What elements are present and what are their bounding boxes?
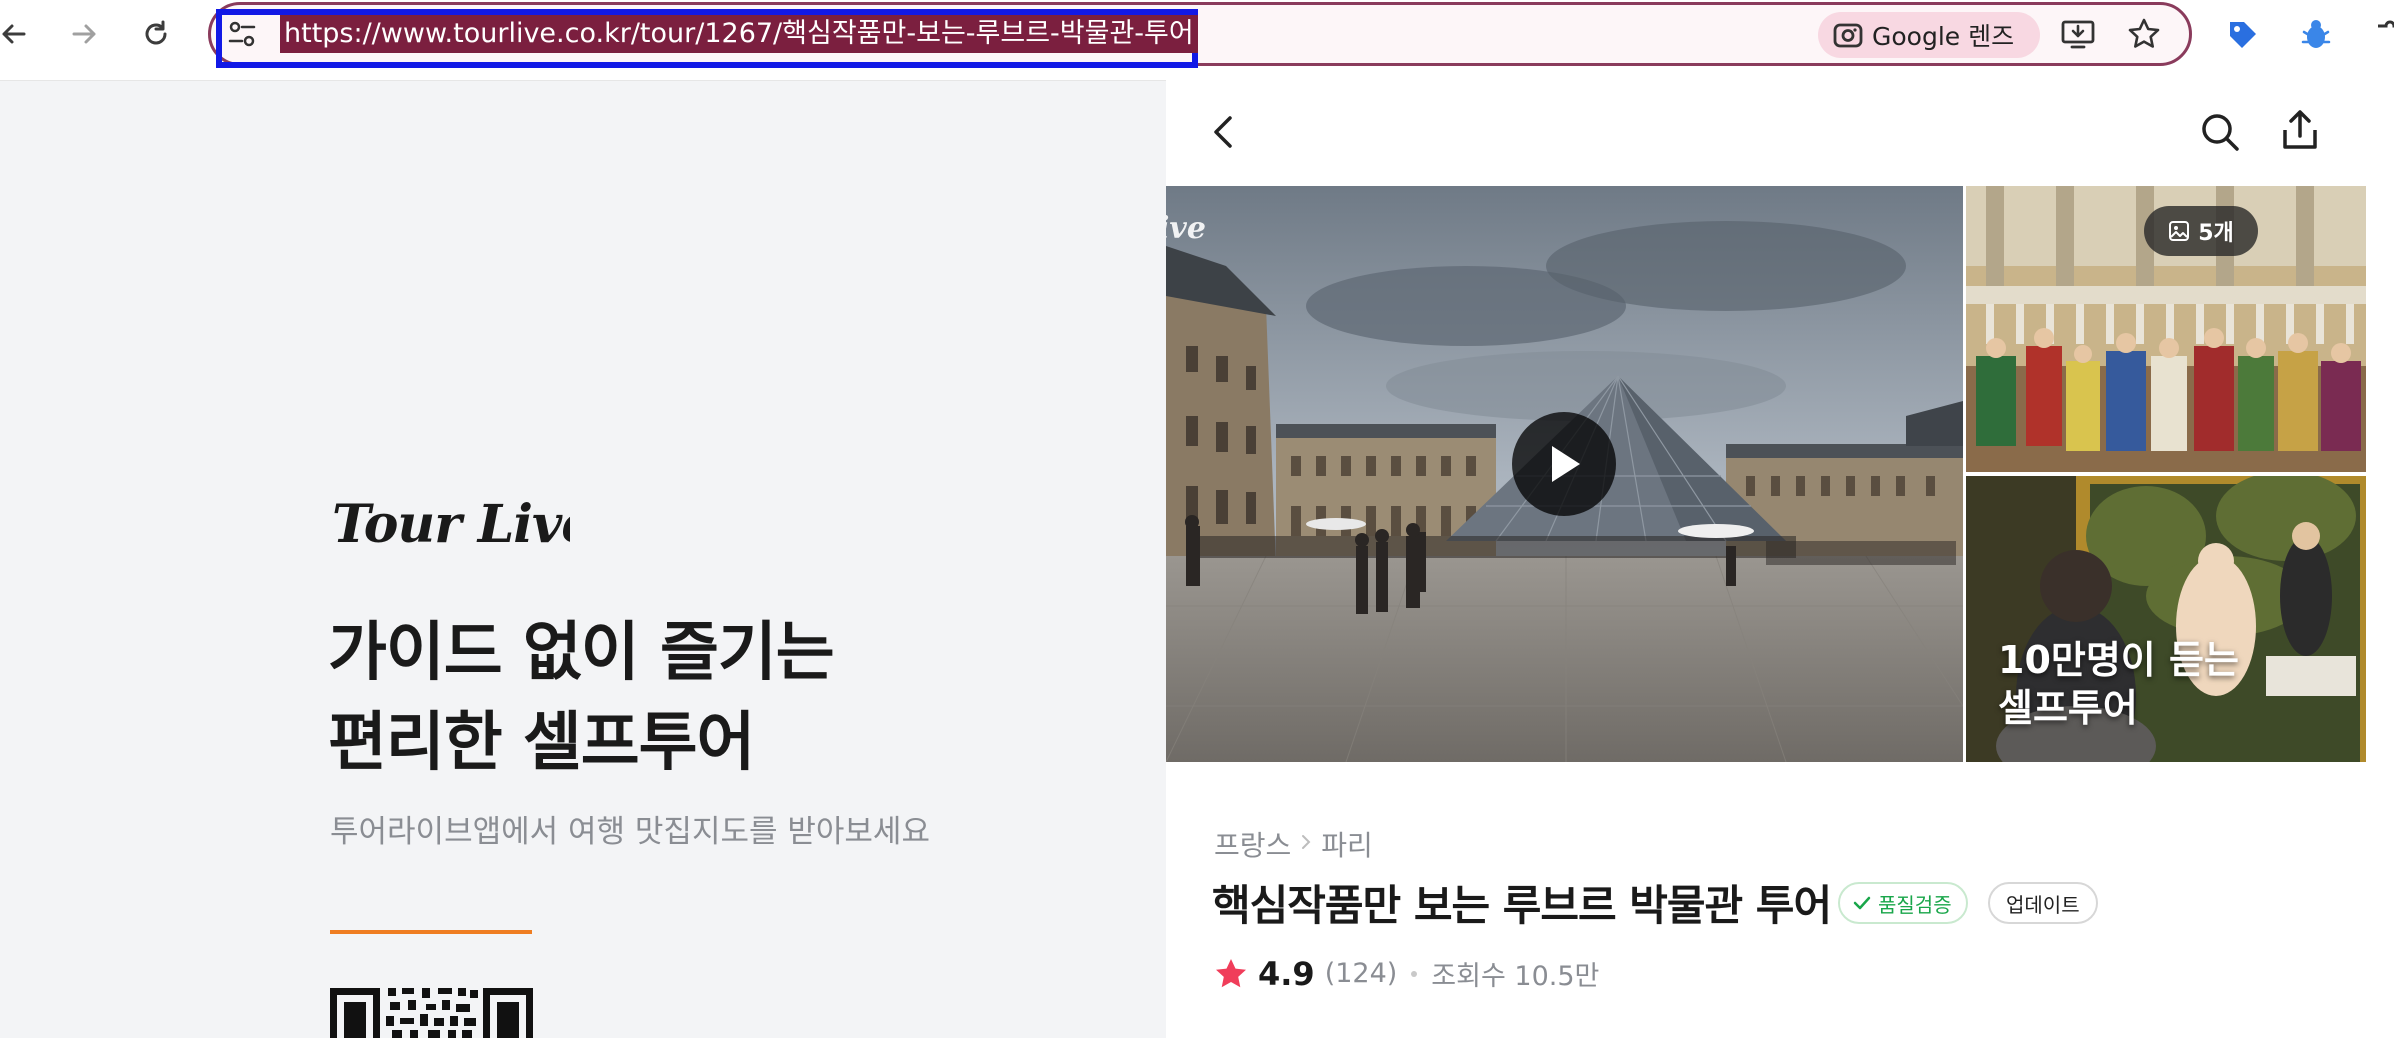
star-bookmark-icon[interactable] bbox=[2126, 16, 2162, 52]
url-text[interactable]: https://www.tourlive.co.kr/tour/1267/핵심작… bbox=[280, 15, 1198, 53]
breadcrumb: 프랑스 파리 bbox=[1214, 824, 1373, 864]
promo-divider bbox=[330, 930, 532, 934]
promo-headline-line1: 가이드 없이 즐기는 bbox=[328, 616, 835, 690]
google-lens-icon bbox=[1832, 19, 1864, 51]
extension-tag-icon[interactable] bbox=[2222, 14, 2262, 54]
photo-gallery[interactable]: ive 5 bbox=[1166, 186, 2366, 762]
tourlive-logo: Tour Live bbox=[330, 490, 594, 564]
image-icon bbox=[2168, 220, 2190, 242]
google-lens-label: Google 렌즈 bbox=[1872, 22, 2015, 51]
back-chevron-icon[interactable] bbox=[1200, 108, 1248, 156]
rating-value: 4.9 bbox=[1258, 954, 1315, 993]
photo-count-label: 5개 bbox=[2198, 221, 2234, 246]
back-arrow-icon[interactable] bbox=[0, 14, 34, 54]
photo-overlay-line2: 셀프투어 bbox=[1998, 686, 2138, 730]
checkmark-icon bbox=[1852, 893, 1872, 913]
photo-count-badge: 5개 bbox=[2144, 206, 2258, 256]
painting-thumbnail-feast[interactable]: 5개 bbox=[1966, 186, 2366, 472]
svg-text:ive: ive bbox=[1166, 211, 1206, 246]
browser-toolbar: https://www.tourlive.co.kr/tour/1267/핵심작… bbox=[0, 0, 2394, 81]
google-lens-button[interactable]: Google 렌즈 bbox=[1818, 12, 2040, 58]
share-icon[interactable] bbox=[2276, 106, 2324, 154]
update-badge: 업데이트 bbox=[1988, 882, 2098, 924]
svg-text:Tour Live: Tour Live bbox=[332, 494, 570, 555]
extension-bug-icon[interactable] bbox=[2296, 14, 2336, 54]
play-icon bbox=[1544, 442, 1584, 486]
view-count: 조회수 10.5만 bbox=[1431, 961, 1600, 992]
louvre-video-thumbnail[interactable]: ive bbox=[1166, 186, 1963, 762]
quality-badge-label: 품질검증 bbox=[1878, 892, 1952, 917]
quality-verified-badge: 품질검증 bbox=[1838, 882, 1968, 924]
site-settings-icon[interactable] bbox=[226, 18, 258, 50]
rating-row: 4.9 (124) 조회수 10.5만 bbox=[1214, 954, 1599, 993]
promo-headline-line2: 편리한 셀프투어 bbox=[328, 706, 755, 780]
promo-subtext: 투어라이브앱에서 여행 맛집지도를 받아보세요 bbox=[330, 814, 930, 850]
separator-dot bbox=[1411, 970, 1418, 977]
chevron-right-icon bbox=[1299, 832, 1313, 857]
qr-code bbox=[330, 984, 533, 1038]
tour-title: 핵심작품만 보는 루브르 박물관 투어 bbox=[1212, 881, 1832, 930]
install-app-icon[interactable] bbox=[2060, 16, 2096, 52]
forward-arrow-icon[interactable] bbox=[64, 14, 104, 54]
star-icon bbox=[1214, 957, 1248, 991]
extensions-puzzle-icon[interactable] bbox=[2370, 14, 2394, 54]
review-count[interactable]: (124) bbox=[1325, 958, 1398, 989]
photo-overlay-line1: 10만명이 듣는 bbox=[1998, 638, 2239, 682]
reload-icon[interactable] bbox=[136, 14, 176, 54]
breadcrumb-country[interactable]: 프랑스 bbox=[1214, 824, 1291, 864]
painting-thumbnail-visitor[interactable]: 10만명이 듣는 셀프투어 bbox=[1966, 476, 2366, 762]
play-button[interactable] bbox=[1512, 412, 1616, 516]
search-icon[interactable] bbox=[2196, 108, 2244, 156]
promo-headline: 가이드 없이 즐기는 편리한 셀프투어 bbox=[328, 608, 835, 788]
photo-overlay-caption: 10만명이 듣는 셀프투어 bbox=[1998, 636, 2239, 732]
breadcrumb-city[interactable]: 파리 bbox=[1321, 824, 1373, 864]
